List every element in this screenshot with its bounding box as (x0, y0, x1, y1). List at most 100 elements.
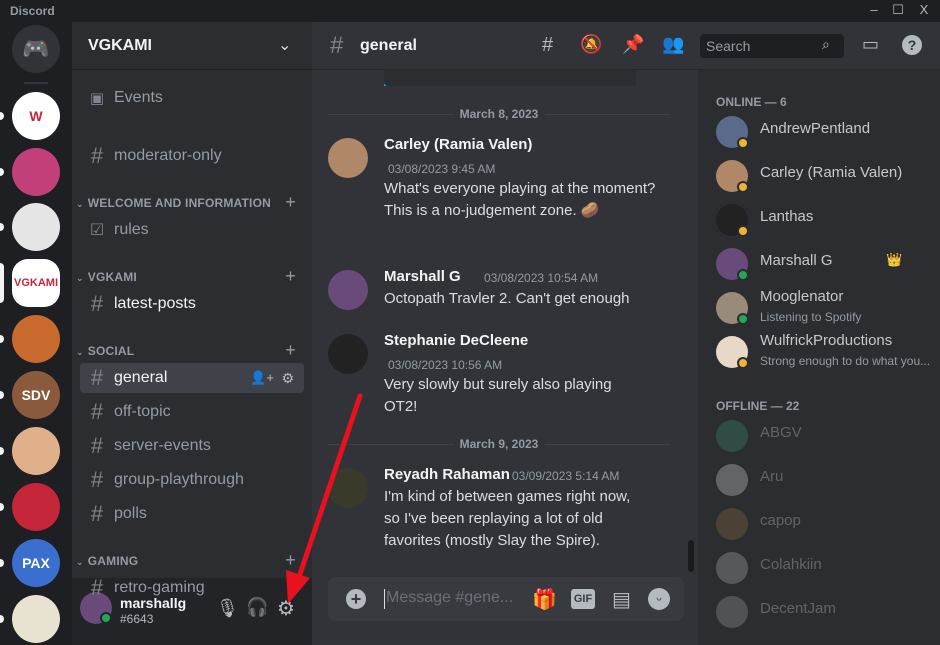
chevron-icon: ⌄ (76, 273, 84, 283)
channel-off-topic[interactable]: # off-topic (80, 397, 304, 427)
date-divider: March 9, 2023 (328, 437, 670, 451)
server-icon-w[interactable]: W (12, 92, 60, 140)
status-icon (737, 313, 749, 325)
server-icon-shield[interactable] (12, 595, 60, 643)
add-channel-icon[interactable]: + (285, 550, 296, 571)
server-icon-sdv[interactable]: SDV (12, 371, 60, 419)
sticker-icon[interactable]: ▤ (612, 587, 631, 612)
events-label: Events (114, 89, 163, 106)
server-icon-red[interactable] (12, 483, 60, 531)
app-title: Discord (10, 4, 55, 18)
server-icon-pax[interactable]: PAX (12, 539, 60, 587)
member-item[interactable]: Aru (716, 458, 936, 502)
member-item[interactable]: Mooglenator Listening to Spotify (716, 286, 936, 330)
channel-label: latest-posts (114, 295, 196, 312)
category-label: WELCOME AND INFORMATION (87, 196, 271, 210)
inbox-icon[interactable]: ▭ (862, 34, 879, 55)
message-author[interactable]: Carley (Ramia Valen) (384, 136, 532, 153)
embed (384, 70, 636, 86)
avatar[interactable] (328, 468, 368, 508)
add-channel-icon[interactable]: + (285, 192, 296, 213)
status-icon (737, 225, 749, 237)
channel-rules[interactable]: ☑ rules (80, 215, 304, 245)
category-label: SOCIAL (87, 344, 135, 358)
category-gaming[interactable]: ⌄ GAMING + (76, 550, 306, 570)
events-link[interactable]: ▣ Events (80, 83, 304, 113)
server-label: SDV (21, 387, 51, 403)
category-welcome-and-information[interactable]: ⌄ WELCOME AND INFORMATION + (76, 192, 306, 212)
member-item[interactable]: Colahkiin (716, 546, 936, 590)
channel-moderator-only[interactable]: # moderator-only (80, 141, 304, 171)
gift-icon[interactable]: 🎁 (532, 587, 557, 612)
mute-bell-icon[interactable]: 🔕 (580, 34, 602, 55)
member-item[interactable]: Lanthas (716, 198, 936, 242)
message: Carley (Ramia Valen) 03/08/2023 9:45 AM … (328, 136, 688, 246)
server-indicator (0, 263, 4, 303)
member-name: capop (760, 512, 801, 529)
server-indicator (0, 223, 4, 231)
channel-label: off-topic (114, 403, 171, 420)
channel-general[interactable]: # general 👤+ ⚙ (80, 363, 304, 393)
add-channel-icon[interactable]: + (285, 266, 296, 287)
add-channel-icon[interactable]: + (285, 340, 296, 361)
message-text: What's everyone playing at the moment? T… (384, 180, 656, 219)
member-item[interactable]: WulfrickProductions Strong enough to do w… (716, 330, 936, 374)
help-icon[interactable]: ? (902, 35, 922, 55)
member-list-icon[interactable]: 👥 (662, 34, 684, 55)
server-icon-vgkami[interactable]: VGKAMI (12, 259, 60, 307)
server-icon-home[interactable]: 🎮 (12, 25, 60, 73)
member-item[interactable]: ABGV (716, 414, 936, 458)
member-item[interactable]: Carley (Ramia Valen) (716, 154, 936, 198)
message-author[interactable]: Reyadh Rahaman (384, 466, 510, 483)
member-status: Listening to Spotify (760, 310, 862, 324)
server-icon-pixel[interactable] (12, 148, 60, 196)
member-item[interactable]: AndrewPentland (716, 110, 936, 154)
add-attachment-icon[interactable]: + (346, 589, 366, 609)
server-indicator (0, 391, 4, 399)
search-icon: ⌕ (822, 36, 830, 52)
status-icon (737, 137, 749, 149)
category-label: VGKAMI (87, 270, 137, 284)
close-button[interactable]: X (914, 2, 934, 17)
chevron-down-icon: ⌄ (278, 37, 292, 54)
maximize-button[interactable]: ☐ (888, 2, 908, 18)
server-icon-steam[interactable] (12, 203, 60, 251)
member-item[interactable]: capop (716, 502, 936, 546)
category-vgkami[interactable]: ⌄ VGKAMI + (76, 266, 306, 286)
message-author[interactable]: Stephanie DeCleene (384, 332, 528, 349)
search-input[interactable]: Search ⌕ (700, 34, 844, 58)
message-text: Octopath Travler 2. Can't get enough (384, 290, 630, 307)
channel-settings-icon[interactable]: ⚙ (281, 370, 294, 387)
pin-icon[interactable]: 📌 (622, 34, 644, 55)
channel-polls[interactable]: # polls (80, 499, 304, 529)
channel-latest-posts[interactable]: # latest-posts (80, 289, 304, 319)
channel-retro-gaming[interactable]: # retro-gaming (80, 573, 304, 603)
category-social[interactable]: ⌄ SOCIAL + (76, 340, 306, 360)
server-indicator (0, 335, 4, 343)
member-name: Colahkiin (760, 556, 822, 573)
member-name: DecentJam (760, 600, 836, 617)
member-item[interactable]: DecentJam (716, 590, 936, 634)
avatar (716, 596, 748, 628)
server-icon-cat[interactable] (12, 427, 60, 475)
emoji-icon[interactable]: ᵕ (648, 588, 670, 610)
avatar (716, 552, 748, 584)
avatar[interactable] (328, 334, 368, 374)
threads-icon[interactable]: # (542, 34, 553, 57)
gif-button[interactable]: GIF (571, 589, 595, 609)
scrollbar[interactable] (688, 540, 694, 572)
channel-label: polls (114, 505, 147, 522)
user-tag: #6643 (120, 612, 154, 626)
message-author[interactable]: Marshall G (384, 268, 461, 285)
channel-group-playthrough[interactable]: # group-playthrough (80, 465, 304, 495)
minimize-button[interactable]: – (864, 2, 884, 17)
avatar[interactable] (328, 270, 368, 310)
message: Stephanie DeCleene 03/08/2023 10:56 AM V… (328, 332, 688, 422)
server-header[interactable]: VGKAMI ⌄ (72, 22, 312, 70)
member-item[interactable]: Marshall G 👑 (716, 242, 936, 286)
message-input[interactable]: Message #gene... (386, 589, 513, 607)
channel-server-events[interactable]: # server-events (80, 431, 304, 461)
avatar[interactable] (328, 138, 368, 178)
server-icon-reddit[interactable] (12, 315, 60, 363)
invite-icon[interactable]: 👤+ (250, 370, 274, 386)
